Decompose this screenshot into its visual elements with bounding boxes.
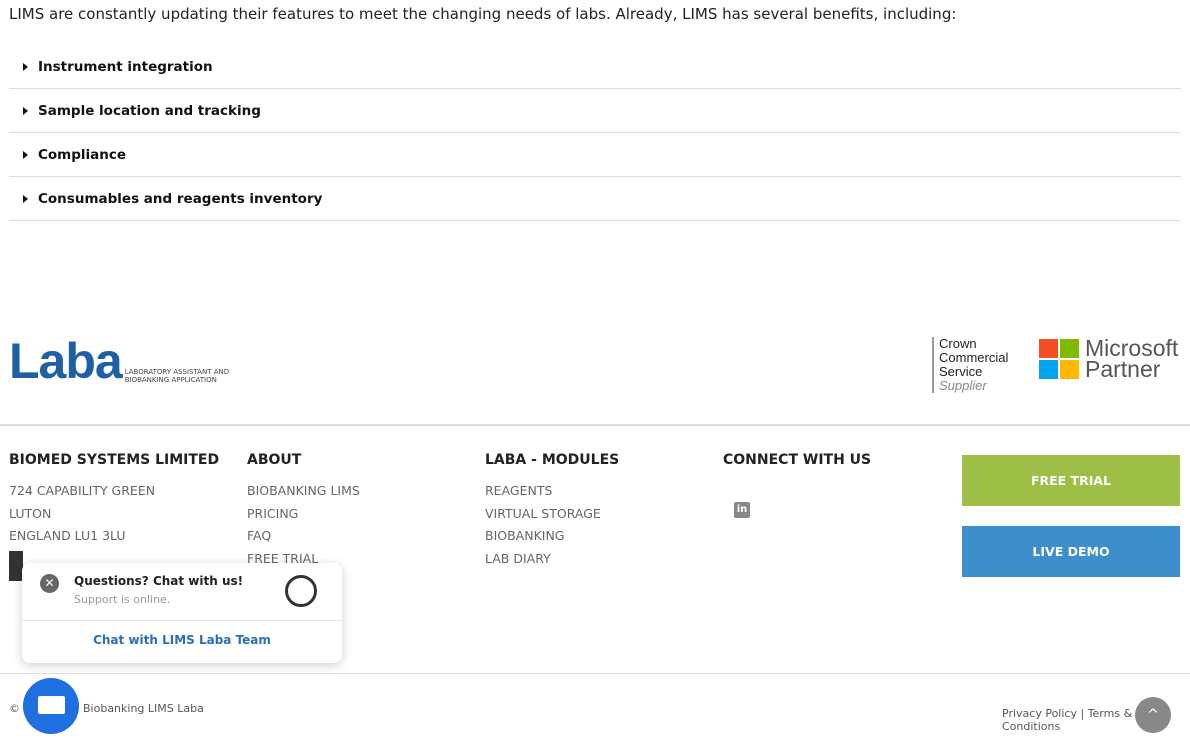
column-title: BIOMED SYSTEMS LIMITED <box>9 452 220 468</box>
caret-right-icon <box>23 63 28 71</box>
accordion-label: Instrument integration <box>38 59 213 75</box>
scroll-top-button[interactable]: ^ <box>1135 697 1171 733</box>
laba-logo[interactable]: Laba LABORATORY ASSISTANT AND BIOBANKING … <box>9 336 229 386</box>
footer-link[interactable]: BIOBANKING LIMS <box>247 480 360 503</box>
footer-modules: LABA - MODULES REAGENTS VIRTUAL STORAGE … <box>485 452 619 570</box>
microsoft-icon <box>1039 339 1079 379</box>
live-demo-button[interactable]: LIVE DEMO <box>962 526 1180 577</box>
close-icon[interactable]: ✕ <box>40 574 59 593</box>
accordion-item[interactable]: Compliance <box>9 133 1181 177</box>
free-trial-button[interactable]: FREE TRIAL <box>962 455 1180 506</box>
chat-popup: ✕ Questions? Chat with us! Support is on… <box>22 563 342 663</box>
column-title: ABOUT <box>247 452 302 468</box>
microsoft-partner-logo: Microsoft Partner <box>1039 337 1178 381</box>
chat-status: Support is online. <box>74 593 171 606</box>
copyright-symbol: © <box>9 702 20 715</box>
accordion-label: Consumables and reagents inventory <box>38 190 323 207</box>
support-agent-icon <box>285 575 317 607</box>
accordion-label: Compliance <box>38 146 127 163</box>
footer-link[interactable]: PRICING <box>247 503 360 526</box>
footer-link[interactable]: BIOBANKING <box>485 525 619 548</box>
footer-link[interactable]: FAQ <box>247 525 360 548</box>
divider <box>0 424 1190 426</box>
linkedin-icon[interactable]: in <box>734 502 750 518</box>
chat-bubble-button[interactable] <box>23 678 79 734</box>
chat-title: Questions? Chat with us! <box>74 574 244 588</box>
copyright-text: Biobanking LIMS Laba <box>83 702 204 715</box>
address-line: 724 CAPABILITY GREEN <box>9 483 156 498</box>
accordion-item[interactable]: Instrument integration <box>9 46 1181 89</box>
badge-image <box>9 550 23 581</box>
chevron-up-icon: ^ <box>1147 707 1159 723</box>
address-line: LUTON <box>9 505 52 521</box>
footer-link[interactable]: VIRTUAL STORAGE <box>485 503 619 526</box>
separator: | <box>1080 707 1085 720</box>
privacy-policy-link[interactable]: Privacy Policy <box>1002 707 1077 720</box>
footer-link[interactable]: REAGENTS <box>485 480 619 503</box>
footer-link[interactable]: LAB DIARY <box>485 548 619 571</box>
caret-right-icon <box>23 194 28 203</box>
column-title: LABA - MODULES <box>485 452 620 468</box>
logo-subtitle: LABORATORY ASSISTANT AND BIOBANKING APPLI… <box>124 368 230 384</box>
accordion-label: Sample location and tracking <box>38 102 261 119</box>
intro-text: LIMS are constantly updating their featu… <box>9 5 957 23</box>
accordion-item[interactable]: Sample location and tracking <box>9 89 1181 133</box>
caret-right-icon <box>23 150 28 159</box>
benefits-accordion: Instrument integration Sample location a… <box>9 46 1181 221</box>
footer-connect: CONNECT WITH US in <box>723 452 871 518</box>
logo-word: Laba <box>9 333 123 389</box>
footer-company: BIOMED SYSTEMS LIMITED 724 CAPABILITY GR… <box>9 452 219 581</box>
accordion-item[interactable]: Consumables and reagents inventory <box>9 177 1181 221</box>
caret-right-icon <box>23 106 28 115</box>
divider <box>0 673 1190 674</box>
address-line: ENGLAND LU1 3LU <box>9 528 126 543</box>
chat-icon <box>38 696 65 714</box>
chat-link[interactable]: Chat with LIMS Laba Team <box>22 620 342 647</box>
column-title: CONNECT WITH US <box>723 452 872 468</box>
crown-commercial-logo: Crown Commercial Service Supplier <box>932 337 1008 393</box>
